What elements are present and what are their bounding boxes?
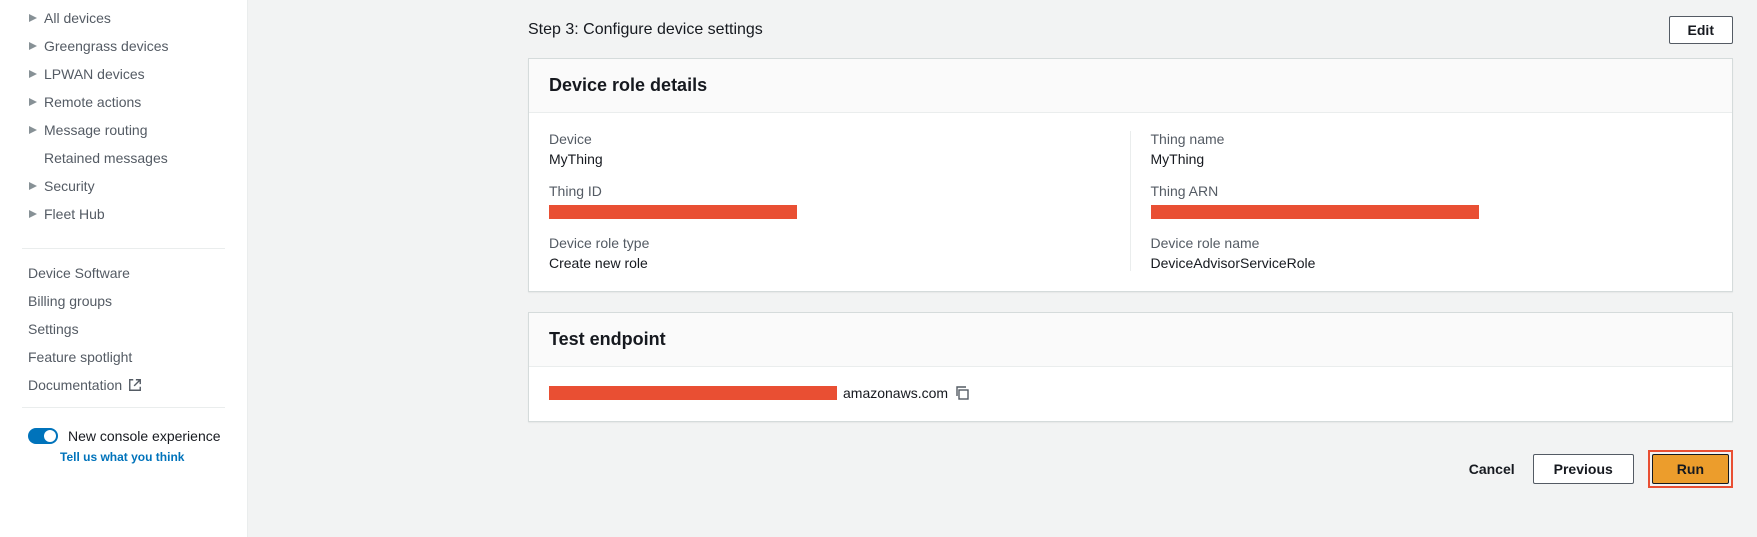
field-label: Device role name (1151, 235, 1713, 251)
nav-label: Security (44, 178, 95, 194)
run-button-highlight: Run (1648, 450, 1733, 488)
caret-right-icon (28, 125, 38, 135)
previous-button[interactable]: Previous (1533, 454, 1634, 484)
nav-label: Device Software (28, 265, 130, 281)
field-label: Device role type (549, 235, 1090, 251)
nav-item-retained-messages[interactable]: Retained messages (0, 144, 247, 172)
field-value: Create new role (549, 255, 1090, 271)
caret-right-icon (28, 41, 38, 51)
right-column: Thing name MyThing Thing ARN Device role… (1131, 131, 1713, 271)
nav-label: Documentation (28, 377, 122, 393)
field-device-role-name: Device role name DeviceAdvisorServiceRol… (1151, 235, 1713, 271)
main-content: Step 3: Configure device settings Edit D… (248, 0, 1757, 537)
nav-list: All devices Greengrass devices LPWAN dev… (0, 4, 247, 240)
nav-label: All devices (44, 10, 111, 26)
field-thing-name: Thing name MyThing (1151, 131, 1713, 167)
field-thing-arn: Thing ARN (1151, 183, 1713, 219)
nav-label: LPWAN devices (44, 66, 145, 82)
nav-label: Remote actions (44, 94, 141, 110)
panel-title: Device role details (529, 59, 1732, 113)
left-column: Device MyThing Thing ID Device role type… (549, 131, 1131, 271)
feedback-link[interactable]: Tell us what you think (0, 446, 247, 470)
caret-right-icon (28, 13, 38, 23)
nav-item-greengrass-devices[interactable]: Greengrass devices (0, 32, 247, 60)
field-thing-id: Thing ID (549, 183, 1090, 219)
field-value (1151, 203, 1713, 219)
nav-label: Message routing (44, 122, 148, 138)
step-header: Step 3: Configure device settings Edit (272, 0, 1733, 58)
redacted-value (1151, 205, 1479, 219)
edit-button[interactable]: Edit (1669, 16, 1733, 44)
field-label: Device (549, 131, 1090, 147)
field-device-role-type: Device role type Create new role (549, 235, 1090, 271)
field-value: DeviceAdvisorServiceRole (1151, 255, 1713, 271)
caret-right-icon (28, 69, 38, 79)
sidebar: All devices Greengrass devices LPWAN dev… (0, 0, 248, 537)
nav-label: Fleet Hub (44, 206, 105, 222)
test-endpoint-panel: Test endpoint amazonaws.com (528, 312, 1733, 422)
nav-item-billing-groups[interactable]: Billing groups (0, 287, 247, 315)
nav-label: Greengrass devices (44, 38, 169, 54)
footer-buttons: Cancel Previous Run (528, 442, 1733, 488)
caret-right-icon (28, 181, 38, 191)
field-value (549, 203, 1090, 219)
divider (22, 248, 225, 249)
nav-label: Billing groups (28, 293, 112, 309)
nav-item-all-devices[interactable]: All devices (0, 4, 247, 32)
field-device: Device MyThing (549, 131, 1090, 167)
copy-icon[interactable] (954, 385, 970, 401)
redacted-value (549, 205, 797, 219)
nav-item-security[interactable]: Security (0, 172, 247, 200)
nav-label: Feature spotlight (28, 349, 132, 365)
endpoint-suffix: amazonaws.com (843, 385, 948, 401)
field-label: Thing ARN (1151, 183, 1713, 199)
caret-right-icon (28, 209, 38, 219)
external-link-icon (128, 378, 142, 392)
nav-item-fleet-hub[interactable]: Fleet Hub (0, 200, 247, 228)
nav-item-remote-actions[interactable]: Remote actions (0, 88, 247, 116)
new-console-toggle[interactable] (28, 428, 58, 444)
cancel-button[interactable]: Cancel (1465, 455, 1519, 483)
caret-right-icon (28, 97, 38, 107)
nav-label: Settings (28, 321, 79, 337)
field-value: MyThing (1151, 151, 1713, 167)
run-button[interactable]: Run (1652, 454, 1729, 484)
redacted-value (549, 386, 837, 400)
divider (22, 407, 225, 408)
new-console-toggle-row: New console experience (0, 418, 247, 446)
endpoint-value-row: amazonaws.com (549, 385, 1712, 401)
nav-item-device-software[interactable]: Device Software (0, 259, 247, 287)
panel-title: Test endpoint (529, 313, 1732, 367)
step-title: Step 3: Configure device settings (528, 21, 763, 39)
secondary-nav: Device Software Billing groups Settings … (0, 259, 247, 399)
toggle-label: New console experience (68, 428, 221, 444)
nav-item-lpwan-devices[interactable]: LPWAN devices (0, 60, 247, 88)
field-label: Thing ID (549, 183, 1090, 199)
nav-item-settings[interactable]: Settings (0, 315, 247, 343)
field-label: Thing name (1151, 131, 1713, 147)
nav-label: Retained messages (44, 150, 168, 166)
nav-item-message-routing[interactable]: Message routing (0, 116, 247, 144)
nav-item-feature-spotlight[interactable]: Feature spotlight (0, 343, 247, 371)
device-role-panel: Device role details Device MyThing Thing… (528, 58, 1733, 292)
nav-item-documentation[interactable]: Documentation (0, 371, 247, 399)
field-value: MyThing (549, 151, 1090, 167)
